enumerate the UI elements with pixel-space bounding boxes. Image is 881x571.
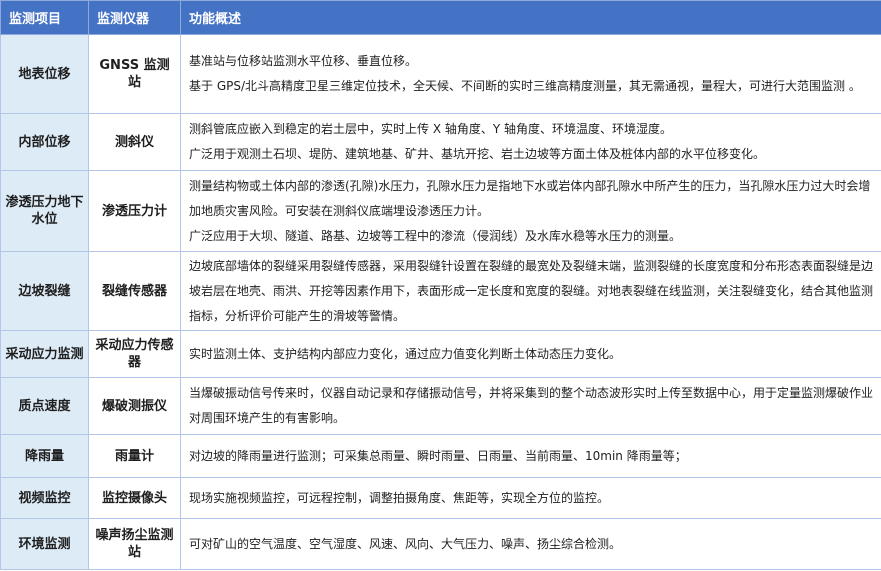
description-cell: 测量结构物或土体内部的渗透(孔隙)水压力，孔隙水压力是指地下水或岩体内部孔隙水中…	[180, 170, 881, 252]
description-line: 测量结构物或土体内部的渗透(孔隙)水压力，孔隙水压力是指地下水或岩体内部孔隙水中…	[189, 178, 871, 218]
instrument-cell: 测斜仪	[88, 113, 181, 171]
description-line: 边坡底部墙体的裂缝采用裂缝传感器，采用裂缝针设置在裂缝的最宽处及裂缝末端，监测裂…	[189, 258, 874, 323]
table-row: 内部位移 测斜仪 测斜管底应嵌入到稳定的岩土层中，实时上传 X 轴角度、Y 轴角…	[0, 113, 881, 171]
table-row: 视频监控 监控摄像头 现场实施视频监控，可远程控制，调整拍摄角度、焦距等，实现全…	[0, 477, 881, 519]
description-cell: 测斜管底应嵌入到稳定的岩土层中，实时上传 X 轴角度、Y 轴角度、环境温度、环境…	[180, 113, 881, 171]
header-row: 监测项目 监测仪器 功能概述	[0, 0, 881, 35]
instrument-cell: 爆破测振仪	[88, 377, 181, 435]
header-item: 监测项目	[0, 0, 89, 35]
monitoring-table: 监测项目 监测仪器 功能概述 地表位移 GNSS 监测站 基准站与位移站监测水平…	[0, 0, 881, 570]
description-line: 现场实施视频监控，可远程控制，调整拍摄角度、焦距等，实现全方位的监控。	[189, 490, 610, 505]
description-cell: 对边坡的降雨量进行监测；可采集总雨量、瞬时雨量、日雨量、当前雨量、10min 降…	[180, 434, 881, 478]
item-cell: 质点速度	[0, 377, 89, 435]
item-cell: 渗透压力地下水位	[0, 170, 89, 252]
description-line: 广泛用于观测土石坝、堤防、建筑地基、矿井、基坑开挖、岩土边坡等方面土体及桩体内部…	[189, 147, 766, 161]
description-line: 基准站与位移站监测水平位移、垂直位移。	[189, 54, 418, 68]
item-cell: 降雨量	[0, 434, 89, 478]
instrument-cell: 渗透压力计	[88, 170, 181, 252]
table-row: 环境监测 噪声扬尘监测站 可对矿山的空气温度、空气湿度、风速、风向、大气压力、噪…	[0, 518, 881, 570]
description-line: 基于 GPS/北斗高精度卫星三维定位技术，全天候、不间断的实时三维高精度测量，其…	[189, 79, 861, 93]
description-line: 广泛应用于大坝、隧道、路基、边坡等工程中的渗流（侵润线）及水库水稳等水压力的测量…	[189, 228, 682, 243]
description-cell: 现场实施视频监控，可远程控制，调整拍摄角度、焦距等，实现全方位的监控。	[180, 477, 881, 519]
description-cell: 边坡底部墙体的裂缝采用裂缝传感器，采用裂缝针设置在裂缝的最宽处及裂缝末端，监测裂…	[180, 251, 881, 331]
table-row: 降雨量 雨量计 对边坡的降雨量进行监测；可采集总雨量、瞬时雨量、日雨量、当前雨量…	[0, 434, 881, 478]
description-cell: 基准站与位移站监测水平位移、垂直位移。 基于 GPS/北斗高精度卫星三维定位技术…	[180, 34, 881, 114]
table-row: 地表位移 GNSS 监测站 基准站与位移站监测水平位移、垂直位移。 基于 GPS…	[0, 34, 881, 114]
instrument-cell: GNSS 监测站	[88, 34, 181, 114]
item-cell: 采动应力监测	[0, 330, 89, 378]
header-description: 功能概述	[180, 0, 881, 35]
description-cell: 实时监测土体、支护结构内部应力变化，通过应力值变化判断土体动态压力变化。	[180, 330, 881, 378]
item-cell: 环境监测	[0, 518, 89, 570]
table-row: 采动应力监测 采动应力传感器 实时监测土体、支护结构内部应力变化，通过应力值变化…	[0, 330, 881, 378]
description-cell: 可对矿山的空气温度、空气湿度、风速、风向、大气压力、噪声、扬尘综合检测。	[180, 518, 881, 570]
instrument-cell: 采动应力传感器	[88, 330, 181, 378]
description-line: 实时监测土体、支护结构内部应力变化，通过应力值变化判断土体动态压力变化。	[189, 346, 622, 361]
description-line: 当爆破振动信号传来时，仪器自动记录和存储振动信号，并将采集到的整个动态波形实时上…	[189, 386, 874, 425]
instrument-cell: 噪声扬尘监测站	[88, 518, 181, 570]
table-row: 质点速度 爆破测振仪 当爆破振动信号传来时，仪器自动记录和存储振动信号，并将采集…	[0, 377, 881, 435]
item-cell: 地表位移	[0, 34, 89, 114]
header-instrument: 监测仪器	[88, 0, 181, 35]
description-line: 测斜管底应嵌入到稳定的岩土层中，实时上传 X 轴角度、Y 轴角度、环境温度、环境…	[189, 122, 672, 136]
item-cell: 内部位移	[0, 113, 89, 171]
item-cell: 视频监控	[0, 477, 89, 519]
instrument-cell: 监控摄像头	[88, 477, 181, 519]
description-line: 对边坡的降雨量进行监测；可采集总雨量、瞬时雨量、日雨量、当前雨量、10min 降…	[189, 448, 687, 463]
instrument-cell: 雨量计	[88, 434, 181, 478]
description-cell: 当爆破振动信号传来时，仪器自动记录和存储振动信号，并将采集到的整个动态波形实时上…	[180, 377, 881, 435]
instrument-cell: 裂缝传感器	[88, 251, 181, 331]
description-line: 可对矿山的空气温度、空气湿度、风速、风向、大气压力、噪声、扬尘综合检测。	[189, 536, 622, 551]
table-row: 渗透压力地下水位 渗透压力计 测量结构物或土体内部的渗透(孔隙)水压力，孔隙水压…	[0, 170, 881, 252]
item-cell: 边坡裂缝	[0, 251, 89, 331]
table-row: 边坡裂缝 裂缝传感器 边坡底部墙体的裂缝采用裂缝传感器，采用裂缝针设置在裂缝的最…	[0, 251, 881, 331]
